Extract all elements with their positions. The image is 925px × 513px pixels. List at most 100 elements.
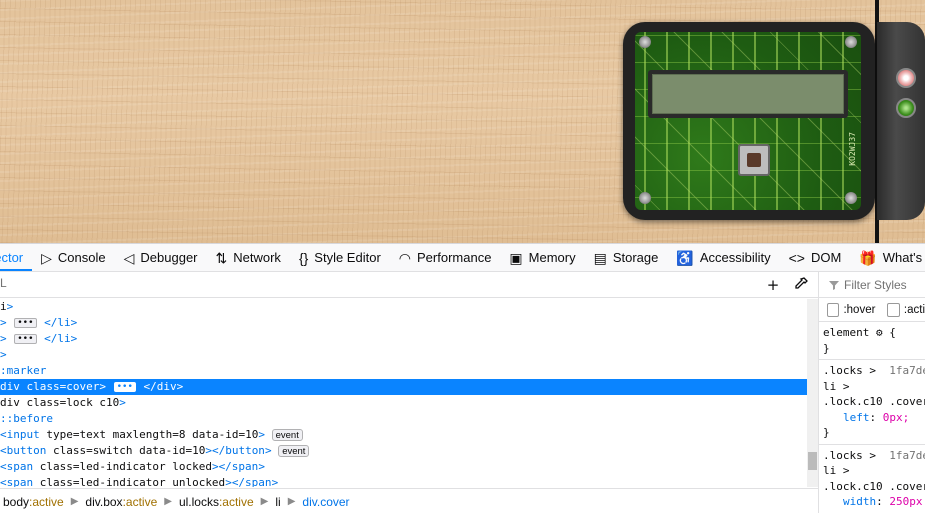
tab-accessibility[interactable]: ♿ Accessibility bbox=[667, 244, 779, 271]
tag-bracket: > bbox=[258, 428, 265, 441]
tab-memory[interactable]: ▣ Memory bbox=[500, 244, 584, 271]
markup-node[interactable]: > bbox=[0, 347, 818, 363]
markup-node[interactable]: i> bbox=[0, 299, 818, 315]
expand-ellipsis-button[interactable]: ••• bbox=[113, 382, 136, 392]
selector-text: .lock.c10 .cover bbox=[823, 479, 925, 493]
tag-bracket: > bbox=[119, 396, 126, 409]
circuit-board: KO2WJ37 bbox=[635, 32, 861, 210]
console-icon: ▷ bbox=[41, 249, 52, 266]
eyedropper-icon[interactable] bbox=[792, 276, 810, 294]
storage-icon: ▤ bbox=[593, 249, 607, 266]
breadcrumb-item[interactable]: body:active bbox=[0, 495, 67, 509]
tag-name: </button bbox=[211, 444, 265, 457]
breadcrumb-item[interactable]: li bbox=[272, 495, 283, 509]
css-rule[interactable]: element ⚙ {} bbox=[819, 322, 925, 360]
tag-name: <span bbox=[0, 476, 34, 487]
markup-node[interactable]: <span class=led-indicator unlocked></spa… bbox=[0, 475, 818, 487]
add-node-button[interactable]: + bbox=[764, 276, 782, 294]
active-label: :acti bbox=[903, 303, 925, 316]
expand-ellipsis-button[interactable]: ••• bbox=[14, 318, 37, 328]
breadcrumb-item[interactable]: ul.locks:active bbox=[176, 495, 257, 509]
tab-label: Performance bbox=[417, 250, 492, 265]
gift-icon: 🎁 bbox=[859, 249, 877, 266]
filter-styles-row[interactable]: Filter Styles bbox=[819, 272, 925, 298]
css-rule[interactable]: .locks > 1fa7deli >.lock.c10 .coverwidth… bbox=[819, 445, 925, 513]
tab-storage[interactable]: ▤ Storage bbox=[585, 244, 668, 271]
markup-node[interactable]: > ••• </li> bbox=[0, 315, 818, 331]
markup-view[interactable]: i> > ••• </li> > ••• </li> >:marker div clas… bbox=[0, 299, 818, 487]
markup-node[interactable]: <span class=led-indicator locked></span> bbox=[0, 459, 818, 475]
board-label: KO2WJ37 bbox=[848, 132, 857, 166]
led-indicator-unlocked bbox=[896, 98, 916, 118]
rule-source-link[interactable]: 1fa7de bbox=[889, 364, 925, 377]
search-html-input[interactable]: L bbox=[0, 276, 7, 290]
tab-label: Accessibility bbox=[699, 250, 771, 265]
css-declaration[interactable]: height: 200px; bbox=[823, 510, 925, 513]
chevron-right-icon: ▶ bbox=[70, 496, 79, 507]
rule-selector: .lock.c10 .cover bbox=[823, 479, 925, 495]
tag-bracket: > bbox=[225, 476, 232, 487]
markup-node[interactable]: > ••• </li> bbox=[0, 331, 818, 347]
expand-ellipsis-button[interactable]: ••• bbox=[14, 334, 37, 344]
tab-label: Style Editor bbox=[314, 250, 381, 265]
markup-node[interactable]: :marker bbox=[0, 363, 818, 379]
breadcrumb: body:active ▶ div.box:active ▶ ul.locks:acti… bbox=[0, 488, 818, 513]
tab-debugger[interactable]: ◁ Debugger bbox=[115, 244, 207, 271]
tab-network[interactable]: ⇅ Network bbox=[207, 244, 290, 271]
tag-name: </span bbox=[218, 460, 259, 473]
lcd-screen[interactable] bbox=[648, 70, 848, 118]
hover-label: :hover bbox=[843, 303, 876, 316]
tag-bracket: > bbox=[70, 316, 78, 329]
selector-text: .locks > bbox=[823, 448, 876, 462]
markup-node[interactable]: <input type=text maxlength=8 data-id=10>… bbox=[0, 427, 818, 443]
filter-styles-input[interactable]: Filter Styles bbox=[844, 278, 907, 292]
style-editor-icon: {} bbox=[298, 249, 309, 266]
scroll-thumb[interactable] bbox=[808, 452, 817, 470]
tab-label: pector bbox=[0, 250, 24, 265]
tab-what-s-new[interactable]: 🎁 What's N bbox=[850, 244, 925, 271]
filter-icon bbox=[829, 280, 839, 290]
tag-name: </div bbox=[143, 380, 177, 393]
breadcrumb-item[interactable]: div.cover bbox=[299, 495, 352, 509]
tab-style-editor[interactable]: {} Style Editor bbox=[290, 244, 390, 271]
inspector-toolbar: L + bbox=[0, 272, 818, 298]
active-checkbox[interactable] bbox=[887, 302, 900, 317]
rule-selector: li > bbox=[823, 379, 925, 395]
tag-name: </li bbox=[44, 332, 71, 345]
lock-switch-button[interactable] bbox=[738, 144, 770, 176]
css-declaration[interactable]: width: 250px bbox=[823, 494, 925, 510]
tab-performance[interactable]: ◠ Performance bbox=[390, 244, 501, 271]
lock-side-plate bbox=[877, 22, 925, 220]
event-badge[interactable]: event bbox=[271, 429, 303, 441]
rule-selector: li > bbox=[823, 463, 925, 479]
tag-name: </li bbox=[44, 316, 71, 329]
tab-inspector[interactable]: pector bbox=[0, 244, 33, 271]
rule-source-link[interactable]: 1fa7de bbox=[889, 449, 925, 462]
selector-text: li > bbox=[823, 464, 850, 477]
event-badge[interactable]: event bbox=[278, 445, 310, 457]
tag-bracket: > bbox=[271, 476, 279, 487]
markup-scrollbar[interactable] bbox=[807, 299, 818, 487]
selector-text: .lock.c10 .cover bbox=[823, 395, 925, 408]
markup-node-selected[interactable]: div class=cover> ••• </div> bbox=[0, 379, 818, 395]
pseudo-class-label: :active bbox=[122, 494, 158, 509]
rules-sidebar: Filter Styles :hover :acti element ⚙ {}.… bbox=[818, 272, 925, 513]
markup-node[interactable]: div class=lock c10> bbox=[0, 395, 818, 411]
markup-node[interactable]: <button class=switch data-id=10></button… bbox=[0, 443, 818, 459]
css-declaration[interactable]: left: 0px; bbox=[823, 410, 925, 426]
css-rule[interactable]: .locks > 1fa7deli >.lock.c10 .coverleft:… bbox=[819, 360, 925, 445]
page-viewport: KO2WJ37 bbox=[0, 0, 925, 243]
tab-dom[interactable]: <> DOM bbox=[780, 244, 851, 271]
css-property: width bbox=[843, 495, 877, 508]
tag-name: <input bbox=[0, 428, 40, 441]
pseudo-class-label: :active bbox=[218, 494, 254, 509]
tag-bracket: > bbox=[70, 332, 78, 345]
breadcrumb-item[interactable]: div.box:active bbox=[82, 495, 160, 509]
css-rules: element ⚙ {}.locks > 1fa7deli >.lock.c10… bbox=[819, 322, 925, 513]
rule-close-brace: } bbox=[823, 426, 830, 439]
tag-bracket: > bbox=[0, 316, 7, 329]
hover-checkbox[interactable] bbox=[827, 302, 840, 317]
markup-node[interactable]: ::before bbox=[0, 411, 818, 427]
tab-console[interactable]: ▷ Console bbox=[32, 244, 114, 271]
tag-bracket: > bbox=[264, 444, 272, 457]
